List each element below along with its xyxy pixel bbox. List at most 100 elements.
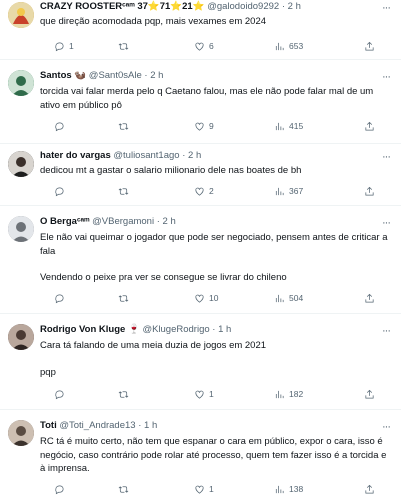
avatar[interactable] [8, 151, 34, 177]
author-handle[interactable]: @VBergamoni [92, 216, 154, 227]
reply-button[interactable] [54, 387, 69, 401]
avatar[interactable] [8, 216, 34, 242]
tweet-header: Rodrigo Von Kluge 🍷 @KlugeRodrigo · 1 h [40, 324, 232, 335]
like-button[interactable]: 9 [194, 119, 214, 133]
tweet[interactable]: Santos 🦦 @Sant0sAle · 2 h ··· torcida va… [0, 60, 401, 144]
reply-button[interactable] [54, 119, 69, 133]
more-icon[interactable]: ··· [379, 72, 393, 83]
like-button[interactable]: 2 [194, 184, 214, 198]
retweet-button[interactable] [118, 387, 133, 401]
heart-icon [195, 390, 204, 399]
tweet-text: Cara tá falando de uma meia duzia de jog… [40, 339, 391, 379]
like-count: 10 [209, 293, 219, 303]
like-button[interactable]: 6 [194, 39, 214, 53]
like-button[interactable]: 10 [194, 291, 218, 305]
avatar[interactable] [8, 70, 34, 96]
views-button[interactable]: 653 [274, 39, 303, 53]
views-button[interactable]: 182 [274, 387, 303, 401]
like-button[interactable]: 1 [194, 387, 214, 401]
like-button[interactable]: 1 [194, 482, 214, 496]
tweet[interactable]: Toti @Toti_Andrade13 · 1 h ··· RC tá é m… [0, 410, 401, 501]
share-icon [365, 389, 374, 399]
reply-button[interactable] [54, 291, 69, 305]
retweet-button[interactable] [118, 291, 133, 305]
avatar[interactable] [8, 420, 34, 446]
views-icon [275, 294, 284, 302]
retweet-button[interactable] [118, 39, 133, 53]
share-icon [365, 41, 374, 51]
timestamp[interactable]: 2 h [150, 70, 163, 81]
tweet-text: Ele não vai queimar o jogador que pode s… [40, 231, 391, 285]
views-count: 138 [289, 484, 304, 494]
views-icon [275, 42, 284, 50]
timestamp[interactable]: 1 h [218, 324, 231, 335]
tweet-text: RC tá é muito certo, não tem que espanar… [40, 435, 391, 476]
more-icon[interactable]: ··· [379, 218, 393, 229]
share-icon [365, 484, 374, 494]
views-button[interactable]: 415 [274, 119, 303, 133]
reply-count: 1 [69, 41, 74, 51]
retweet-icon [118, 42, 129, 50]
views-icon [275, 122, 284, 130]
tweet-text-line: torcida vai falar merda pelo q Caetano f… [40, 86, 374, 111]
author-name[interactable]: Toti [40, 420, 57, 431]
timestamp[interactable]: 2 h [288, 1, 301, 12]
author-handle[interactable]: @galodoido9292 [207, 1, 279, 12]
reply-button[interactable]: 1 [54, 39, 74, 53]
author-name[interactable]: Rodrigo Von Kluge 🍷 [40, 324, 140, 335]
views-button[interactable]: 504 [274, 291, 303, 305]
tweet[interactable]: Rodrigo Von Kluge 🍷 @KlugeRodrigo · 1 h … [0, 314, 401, 410]
more-icon[interactable]: ··· [379, 422, 393, 433]
avatar[interactable] [8, 324, 34, 350]
action-bar: 2 367 [40, 184, 393, 198]
share-button[interactable] [364, 39, 375, 53]
action-bar: 1 182 [40, 387, 393, 401]
share-button[interactable] [364, 387, 375, 401]
timestamp[interactable]: 2 h [188, 150, 201, 161]
reply-icon [55, 293, 64, 303]
reply-icon [55, 186, 64, 196]
share-button[interactable] [364, 291, 375, 305]
tweet-text: torcida vai falar merda pelo q Caetano f… [40, 85, 391, 112]
views-button[interactable]: 138 [274, 482, 303, 496]
views-count: 182 [289, 389, 304, 399]
action-bar: 1 6 653 [40, 39, 393, 53]
tweet[interactable]: CRAZY ROOSTERᶜᵃᵐ 37⭐️71⭐️21⭐️ @galodoido… [0, 0, 401, 60]
heart-icon [195, 42, 204, 51]
retweet-button[interactable] [118, 119, 133, 133]
tweet-header: hater do vargas @tuliosant1ago · 2 h [40, 150, 202, 161]
views-button[interactable]: 367 [274, 184, 303, 198]
tweet-header: CRAZY ROOSTERᶜᵃᵐ 37⭐️71⭐️21⭐️ @galodoido… [40, 1, 301, 12]
retweet-button[interactable] [118, 184, 133, 198]
reply-button[interactable] [54, 184, 69, 198]
author-name[interactable]: O Bergaᶜᵃᵐ [40, 216, 90, 227]
more-icon[interactable]: ··· [379, 326, 393, 337]
timestamp[interactable]: 1 h [144, 420, 157, 431]
share-button[interactable] [364, 119, 375, 133]
author-handle[interactable]: @Sant0sAle [89, 70, 142, 81]
retweet-button[interactable] [118, 482, 133, 496]
more-icon[interactable]: ··· [379, 3, 393, 14]
reply-icon [55, 389, 64, 399]
reply-button[interactable] [54, 482, 69, 496]
timestamp[interactable]: 2 h [163, 216, 176, 227]
avatar[interactable] [8, 2, 34, 28]
author-name[interactable]: hater do vargas [40, 150, 111, 161]
reply-icon [55, 121, 64, 131]
author-handle[interactable]: @KlugeRodrigo [142, 324, 209, 335]
share-icon [365, 293, 374, 303]
more-icon[interactable]: ··· [379, 152, 393, 163]
tweet[interactable]: hater do vargas @tuliosant1ago · 2 h ···… [0, 144, 401, 206]
author-name[interactable]: CRAZY ROOSTERᶜᵃᵐ 37⭐️71⭐️21⭐️ [40, 1, 205, 12]
views-count: 415 [289, 121, 304, 131]
share-button[interactable] [364, 184, 375, 198]
tweet-header: Santos 🦦 @Sant0sAle · 2 h [40, 70, 164, 81]
author-handle[interactable]: @tuliosant1ago [113, 150, 179, 161]
reply-feed: CRAZY ROOSTERᶜᵃᵐ 37⭐️71⭐️21⭐️ @galodoido… [0, 0, 401, 501]
retweet-icon [118, 390, 129, 398]
retweet-icon [118, 122, 129, 130]
author-handle[interactable]: @Toti_Andrade13 [59, 420, 135, 431]
share-button[interactable] [364, 482, 375, 496]
author-name[interactable]: Santos 🦦 [40, 70, 86, 81]
tweet[interactable]: O Bergaᶜᵃᵐ @VBergamoni · 2 h ··· Ele não… [0, 206, 401, 314]
